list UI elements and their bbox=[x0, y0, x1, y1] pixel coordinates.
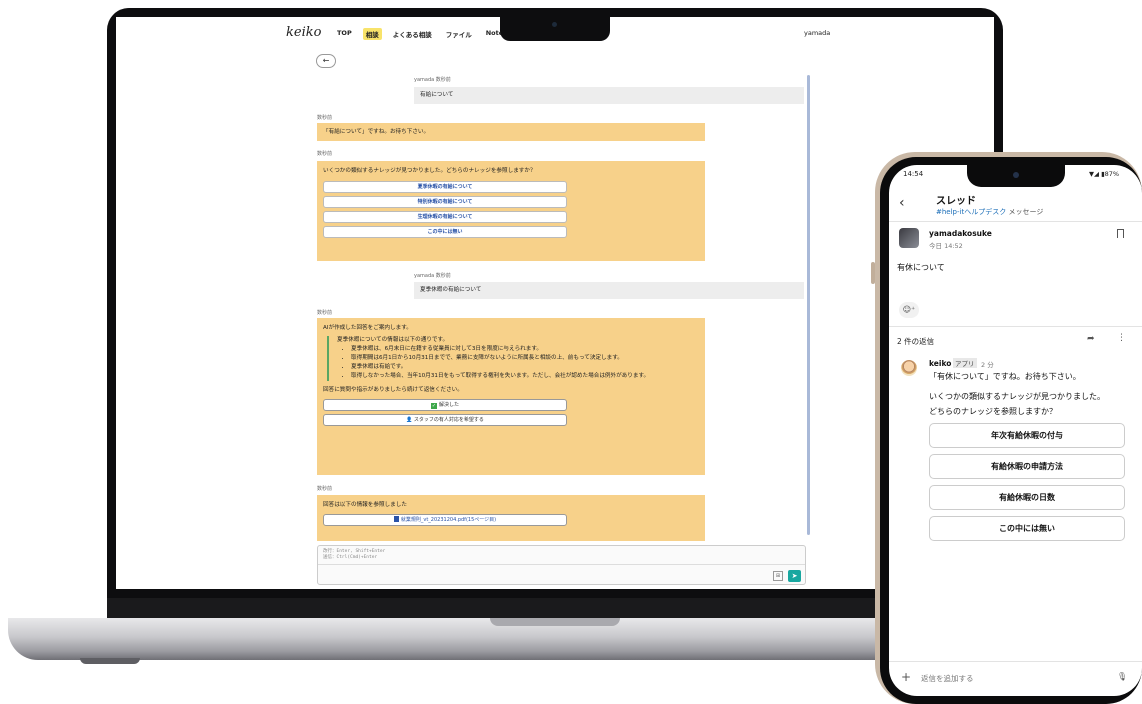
bot-message-text: いくつかの類似するナレッジが見つかりました。どちらのナレッジを参照しますか？ bbox=[323, 168, 536, 174]
add-reaction-icon[interactable]: ☺⁺ bbox=[899, 302, 919, 318]
divider bbox=[889, 221, 1142, 222]
option-button[interactable]: 有給休暇の日数 bbox=[929, 485, 1125, 510]
laptop-notch bbox=[500, 17, 610, 41]
bot-message-text: どちらのナレッジを参照しますか？ bbox=[929, 407, 1057, 416]
option-button[interactable]: 有給休暇の申請方法 bbox=[929, 454, 1125, 479]
status-time: 14:54 bbox=[903, 170, 924, 178]
option-button[interactable]: 夏季休暇の有給について bbox=[323, 181, 567, 193]
app-logo[interactable]: keiko bbox=[286, 25, 321, 40]
bot-reference: 回答は以下の情報を参照しました 就業規則_vt_20231204.pdf(15ペ… bbox=[317, 495, 705, 541]
user-message: 有給について bbox=[414, 87, 804, 104]
option-button[interactable]: 生理休暇の有給について bbox=[323, 211, 567, 223]
showcase: keiko TOP 相談 よくある相談 ファイル Note(s) yamada … bbox=[0, 0, 1142, 704]
reply-input[interactable]: 返信を追加する bbox=[921, 673, 974, 684]
option-button[interactable]: この中には無い bbox=[323, 226, 567, 238]
document-link-label: 就業規則_vt_20231204.pdf(15ページ目) bbox=[400, 517, 497, 523]
user-message: 夏季休暇の有給について bbox=[414, 282, 804, 299]
document-icon bbox=[393, 516, 399, 522]
composer-hint: 改行：Enter, Shift+Enter 送信：Ctrl(Cmd)+Enter bbox=[323, 549, 385, 560]
bot-message-text: 「有休について」ですね。お待ち下さい。 bbox=[929, 372, 1081, 381]
bot-message-text: いくつかの類似するナレッジが見つかりました。 bbox=[929, 392, 1105, 401]
composer-divider bbox=[318, 564, 805, 565]
message-composer[interactable]: 改行：Enter, Shift+Enter 送信：Ctrl(Cmd)+Enter… bbox=[317, 545, 806, 585]
answer-bullet: 夏季休暇は有給です。 bbox=[351, 363, 699, 372]
bot-message-text: 「有給について」ですね。お待ち下さい。 bbox=[323, 129, 430, 135]
scrollbar[interactable] bbox=[807, 75, 810, 535]
person-icon: 👤 bbox=[406, 417, 414, 423]
share-icon[interactable]: ➦ bbox=[1087, 334, 1095, 344]
message-meta: 数秒前 bbox=[317, 151, 333, 157]
bookmark-icon[interactable] bbox=[1117, 229, 1124, 238]
hint-send: 送信：Ctrl(Cmd)+Enter bbox=[323, 554, 378, 560]
answer-bullet: 取得期間は6月1日から10月31日までで、業務に支障がないように所属長と相談の上… bbox=[351, 354, 699, 363]
bot-message: いくつかの類似するナレッジが見つかりました。どちらのナレッジを参照しますか？ 夏… bbox=[317, 161, 705, 261]
resolved-button[interactable]: ✓ 解決した bbox=[323, 399, 567, 411]
send-button[interactable]: ➤ bbox=[788, 570, 801, 582]
laptop-hinge bbox=[107, 598, 1003, 618]
main-nav: TOP 相談 よくある相談 ファイル Note(s) bbox=[334, 28, 516, 40]
option-button[interactable]: この中には無い bbox=[929, 516, 1125, 541]
attach-icon[interactable]: ⊞ bbox=[773, 571, 783, 581]
thread-subtitle-suffix: メッセージ bbox=[1008, 208, 1044, 216]
option-button[interactable]: 特別休暇の有給について bbox=[323, 196, 567, 208]
message-meta: 数秒前 bbox=[317, 115, 333, 121]
app-badge: アプリ bbox=[953, 358, 977, 368]
nav-faq[interactable]: よくある相談 bbox=[390, 28, 435, 40]
answer-intro: AIが作成した回答をご案内します。 bbox=[323, 325, 412, 331]
reference-text: 回答は以下の情報を参照しました bbox=[323, 502, 407, 508]
nav-files[interactable]: ファイル bbox=[443, 28, 475, 40]
message-meta: yamada 数秒前 bbox=[414, 273, 451, 279]
laptop-screen: keiko TOP 相談 よくある相談 ファイル Note(s) yamada … bbox=[116, 17, 994, 589]
replies-count: 2 件の返信 bbox=[897, 337, 935, 346]
thread-title: スレッド bbox=[936, 196, 976, 207]
option-button[interactable]: 年次有給休暇の付与 bbox=[929, 423, 1125, 448]
check-icon: ✓ bbox=[430, 403, 437, 409]
message-author[interactable]: yamadakosuke bbox=[929, 229, 992, 238]
status-indicators: ▼◢ ▮87% bbox=[1089, 170, 1120, 178]
quote-title: 夏季休暇についての情報は以下の通りです。 bbox=[337, 337, 449, 343]
message-meta: 数秒前 bbox=[317, 486, 333, 492]
nav-top[interactable]: TOP bbox=[334, 28, 355, 40]
message-meta: 数秒前 bbox=[317, 310, 333, 316]
resolved-label: 解決した bbox=[438, 402, 459, 408]
camera-icon bbox=[552, 22, 557, 27]
message-text: 有休について bbox=[897, 263, 945, 272]
more-options-icon[interactable]: ⋮ bbox=[1117, 333, 1126, 343]
bot-name[interactable]: keiko bbox=[929, 359, 951, 368]
bot-message: 「有給について」ですね。お待ち下さい。 bbox=[317, 123, 705, 141]
microphone-icon[interactable]: 🎙 bbox=[1117, 672, 1127, 681]
phone-screen: 14:54 ▼◢ ▮87% ‹ スレッド #help-itヘルプデスク メッセー… bbox=[889, 165, 1142, 696]
staff-request-button[interactable]: 👤 スタッフの有人対応を希望する bbox=[323, 414, 567, 426]
bot-answer: AIが作成した回答をご案内します。 夏季休暇についての情報は以下の通りです。 夏… bbox=[317, 318, 705, 475]
back-button[interactable]: ← bbox=[316, 54, 336, 68]
laptop-foot bbox=[80, 658, 140, 664]
nav-consult[interactable]: 相談 bbox=[362, 28, 382, 40]
message-meta: yamada 数秒前 bbox=[414, 77, 451, 83]
bot-avatar[interactable] bbox=[901, 360, 917, 376]
divider bbox=[889, 326, 1142, 327]
channel-link[interactable]: #help-itヘルプデスク bbox=[936, 208, 1006, 216]
answer-quote: 夏季休暇についての情報は以下の通りです。 夏季休暇は、6月末日に在籍する従業員に… bbox=[327, 336, 699, 381]
staff-request-label: スタッフの有人対応を希望する bbox=[413, 417, 484, 423]
answer-followup: 回答に質問や指示がありましたら続けて返信ください。 bbox=[323, 387, 463, 393]
answer-bullet: 取得しなかった場合、当年10月31日をもって取得する権利を失います。ただし、会社… bbox=[351, 372, 699, 381]
document-link[interactable]: 就業規則_vt_20231204.pdf(15ページ目) bbox=[323, 514, 567, 526]
thread-subtitle: #help-itヘルプデスク メッセージ bbox=[936, 207, 1043, 217]
chevron-left-icon[interactable]: ‹ bbox=[899, 195, 905, 211]
camera-icon bbox=[1013, 172, 1019, 178]
hint-newline: 改行：Enter, Shift+Enter bbox=[323, 549, 386, 554]
plus-icon[interactable]: + bbox=[901, 670, 911, 684]
user-name[interactable]: yamada bbox=[804, 29, 830, 37]
avatar[interactable] bbox=[899, 228, 919, 248]
answer-bullet: 夏季休暇は、6月末日に在籍する従業員に対して3日を限度に与えられます。 bbox=[351, 345, 699, 354]
bot-time: 2 分 bbox=[981, 361, 994, 369]
laptop-groove bbox=[490, 618, 620, 626]
message-time: 今日 14:52 bbox=[929, 242, 963, 250]
